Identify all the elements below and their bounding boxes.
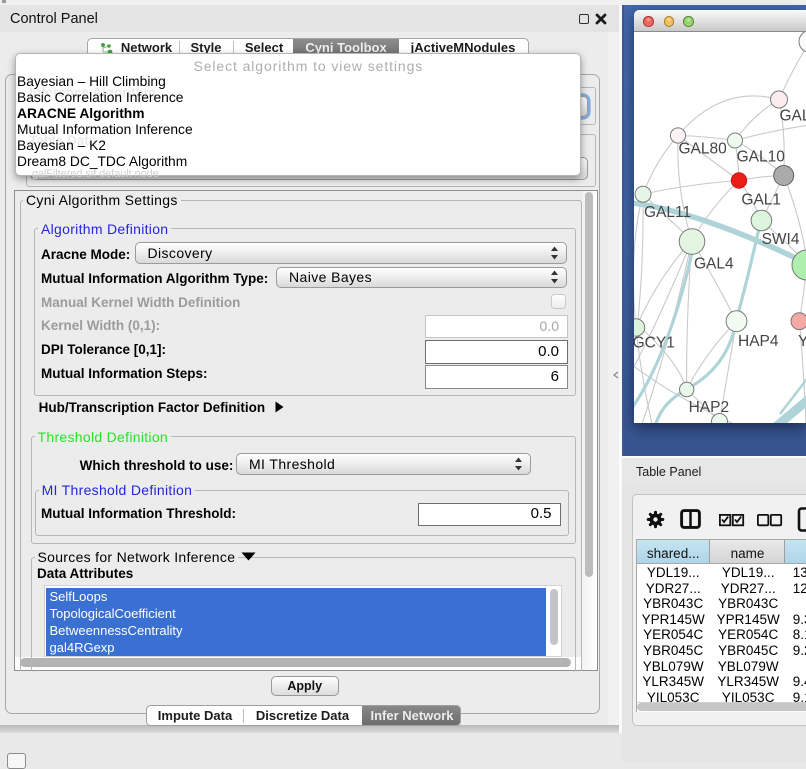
svg-text:GAL4: GAL4 — [694, 255, 734, 272]
svg-text:HAP2: HAP2 — [689, 399, 730, 416]
svg-text:GAL11: GAL11 — [644, 204, 691, 221]
svg-text:GAL10: GAL10 — [737, 148, 786, 165]
svg-text:GCY1: GCY1 — [634, 334, 675, 351]
svg-text:GAL80: GAL80 — [679, 140, 728, 157]
svg-text:YM: YM — [798, 333, 806, 350]
svg-text:GAL7: GAL7 — [780, 107, 806, 124]
svg-text:HAP4: HAP4 — [738, 333, 779, 350]
svg-text:SWI4: SWI4 — [762, 231, 800, 248]
svg-text:GAL1: GAL1 — [741, 191, 781, 208]
